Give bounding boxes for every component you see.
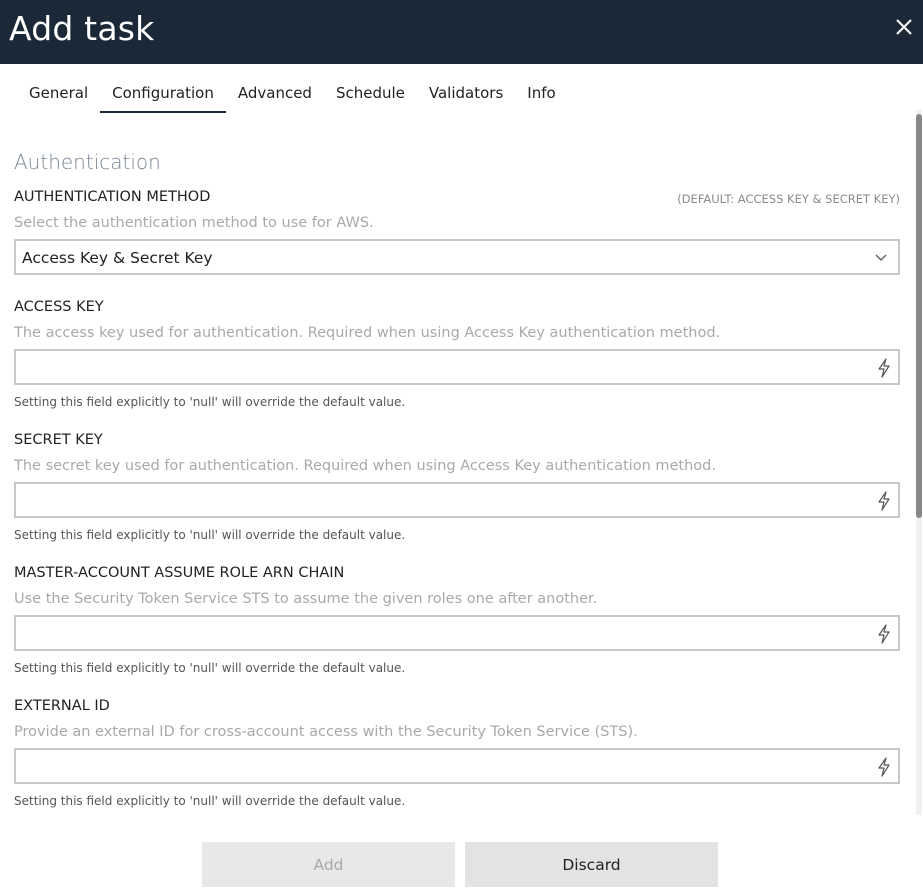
auth-method-label: AUTHENTICATION METHOD bbox=[14, 189, 211, 205]
lightning-icon[interactable] bbox=[877, 757, 891, 777]
add-button[interactable]: Add bbox=[202, 842, 455, 887]
external-id-label: EXTERNAL ID bbox=[14, 698, 110, 714]
external-id-input[interactable] bbox=[14, 748, 900, 784]
access-key-input[interactable] bbox=[14, 349, 900, 385]
lightning-icon[interactable] bbox=[877, 491, 891, 511]
lightning-icon[interactable] bbox=[877, 358, 891, 378]
chevron-down-icon bbox=[874, 251, 888, 263]
dialog-header: Add task bbox=[0, 0, 923, 64]
external-id-hint: Setting this field explicitly to 'null' … bbox=[14, 794, 406, 808]
secret-key-description: The secret key used for authentication. … bbox=[14, 458, 716, 474]
auth-method-description: Select the authentication method to use … bbox=[14, 215, 374, 231]
auth-method-select[interactable]: Access Key & Secret Key bbox=[14, 239, 900, 275]
secret-key-hint: Setting this field explicitly to 'null' … bbox=[14, 528, 406, 542]
access-key-description: The access key used for authentication. … bbox=[14, 325, 721, 341]
auth-method-value: Access Key & Secret Key bbox=[22, 249, 213, 267]
dialog-title: Add task bbox=[9, 9, 155, 48]
tab-configuration[interactable]: Configuration bbox=[100, 78, 226, 113]
secret-key-label: SECRET KEY bbox=[14, 432, 103, 448]
lightning-icon[interactable] bbox=[877, 624, 891, 644]
discard-button[interactable]: Discard bbox=[465, 842, 718, 887]
external-id-description: Provide an external ID for cross-account… bbox=[14, 724, 638, 740]
close-icon[interactable] bbox=[893, 16, 915, 38]
role-chain-label: MASTER-ACCOUNT ASSUME ROLE ARN CHAIN bbox=[14, 565, 345, 581]
auth-method-default: (DEFAULT: ACCESS KEY & SECRET KEY) bbox=[677, 192, 900, 206]
access-key-label: ACCESS KEY bbox=[14, 299, 104, 315]
role-chain-hint: Setting this field explicitly to 'null' … bbox=[14, 661, 406, 675]
secret-key-input[interactable] bbox=[14, 482, 900, 518]
scrollbar[interactable] bbox=[916, 110, 922, 815]
tab-general[interactable]: General bbox=[17, 78, 100, 113]
tab-validators[interactable]: Validators bbox=[417, 78, 515, 113]
scrollbar-thumb[interactable] bbox=[916, 114, 922, 518]
tab-info[interactable]: Info bbox=[515, 78, 567, 113]
tab-bar: General Configuration Advanced Schedule … bbox=[17, 78, 568, 114]
section-title: Authentication bbox=[14, 150, 161, 174]
role-chain-input[interactable] bbox=[14, 615, 900, 651]
role-chain-description: Use the Security Token Service STS to as… bbox=[14, 591, 598, 607]
tab-advanced[interactable]: Advanced bbox=[226, 78, 324, 113]
access-key-hint: Setting this field explicitly to 'null' … bbox=[14, 395, 406, 409]
tab-schedule[interactable]: Schedule bbox=[324, 78, 417, 113]
